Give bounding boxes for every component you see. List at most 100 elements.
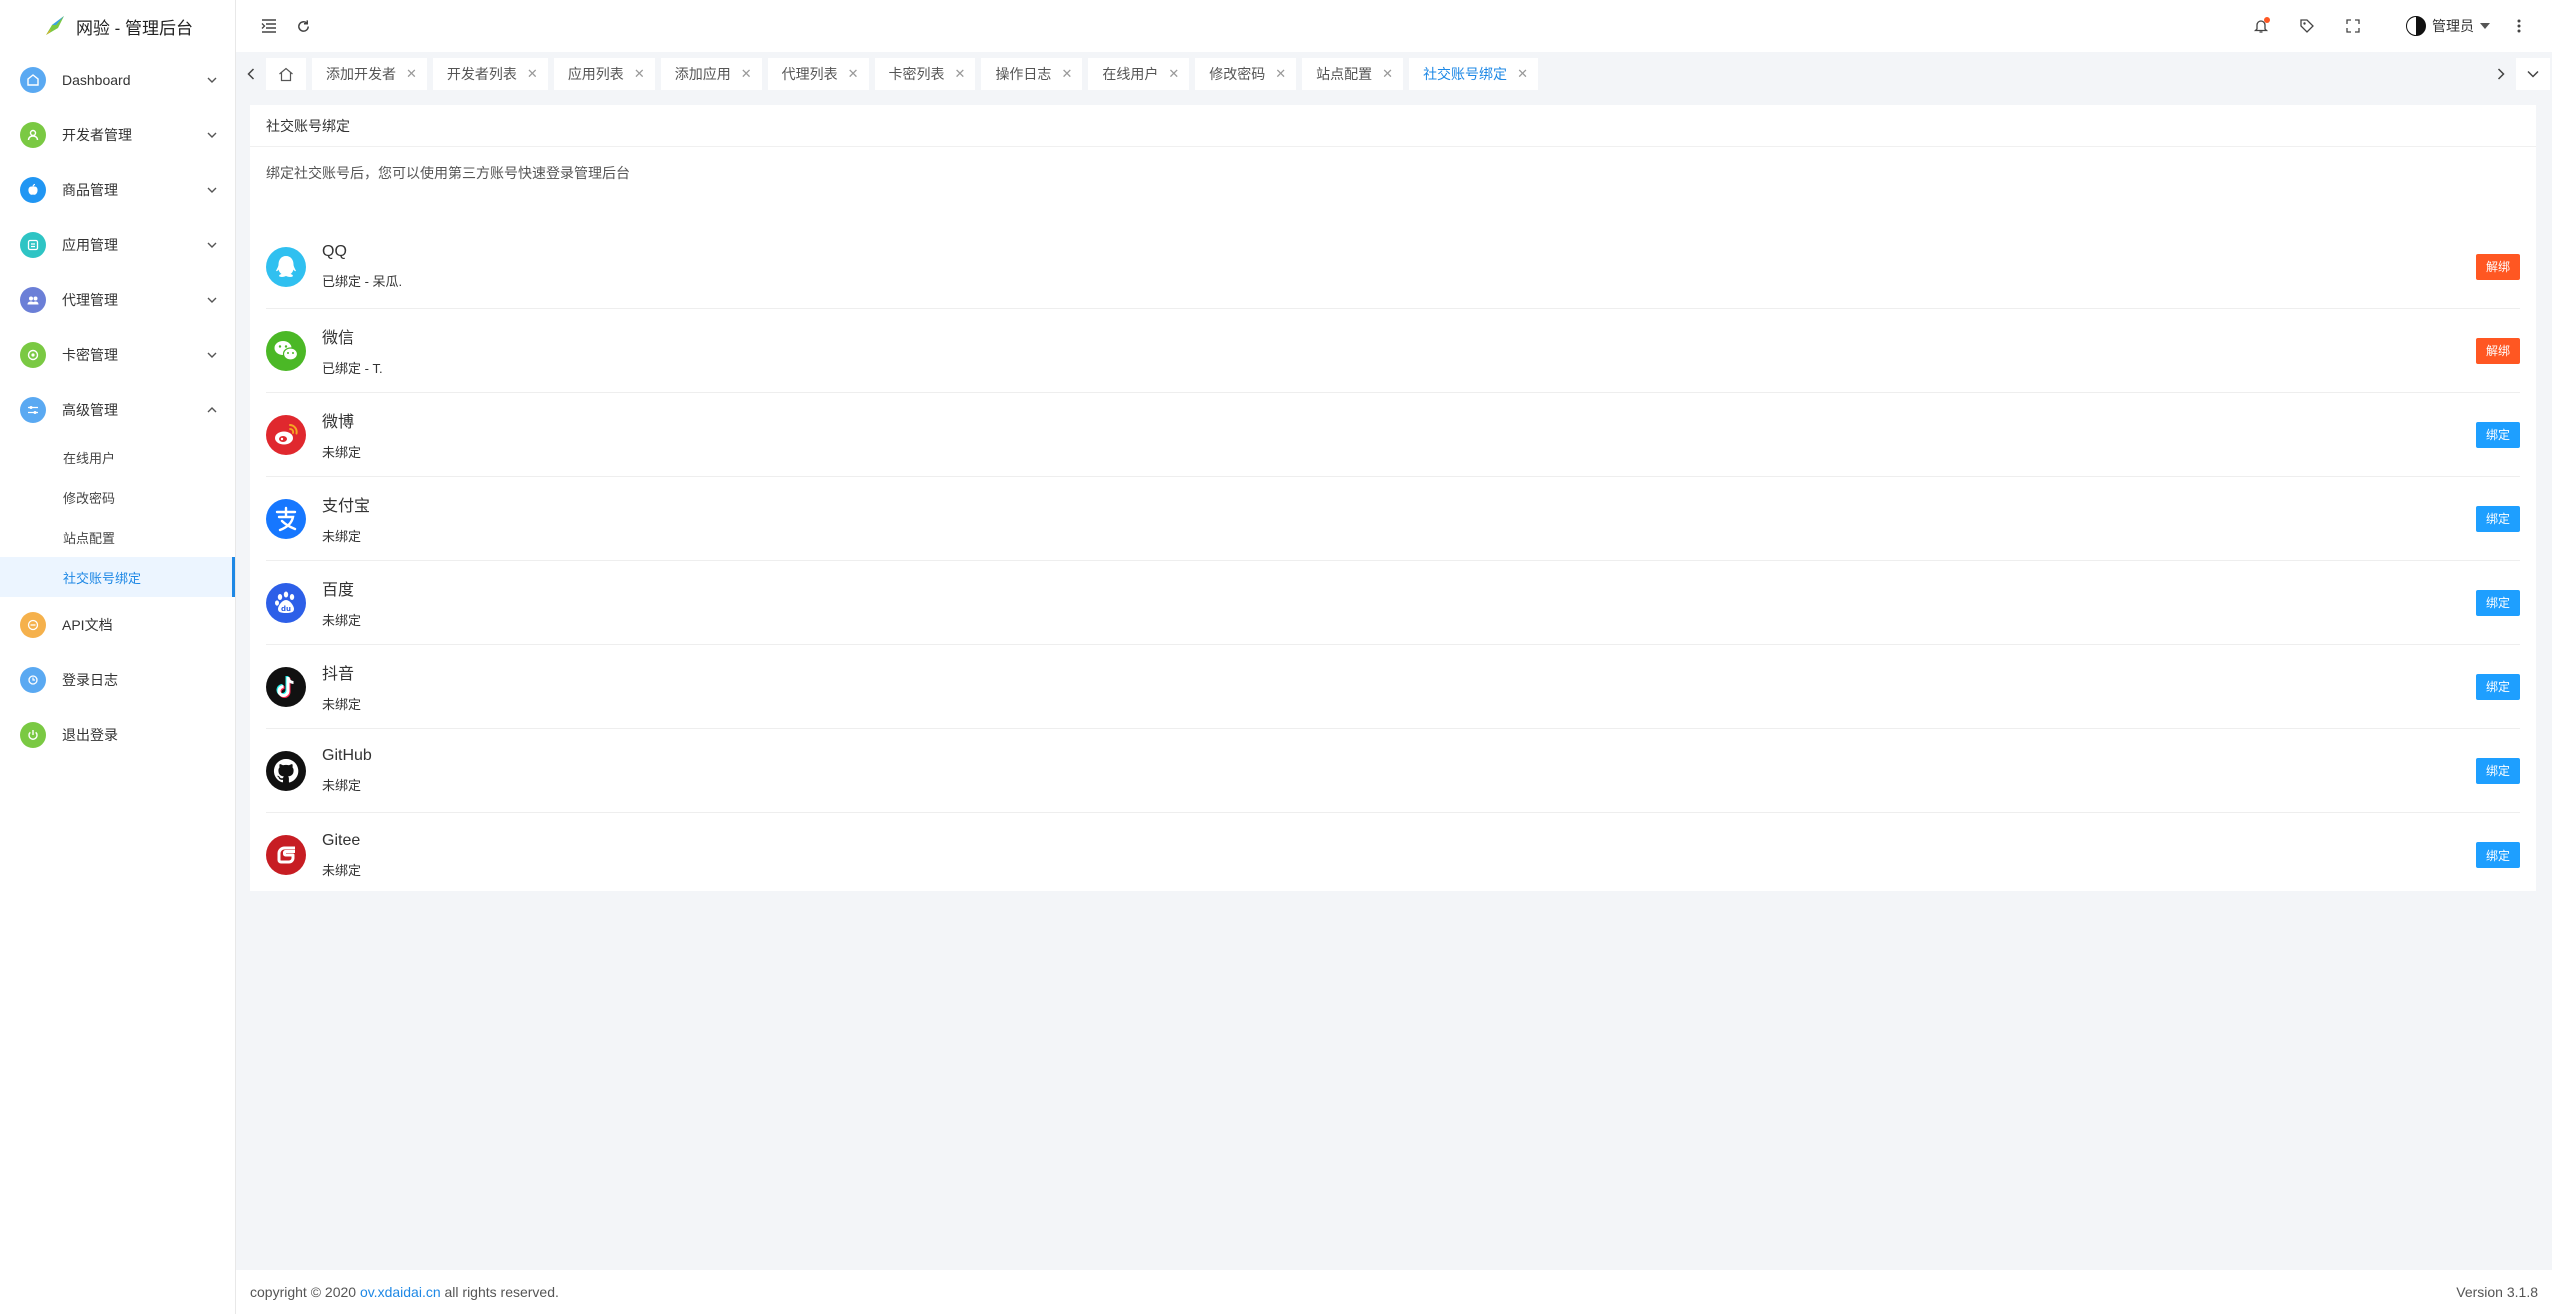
tab-label: 开发者列表: [446, 66, 517, 82]
home-icon: [27, 73, 39, 86]
sidebar-subitem-1[interactable]: 修改密码: [0, 477, 235, 517]
sidebar-item-6[interactable]: 高级管理: [0, 382, 235, 437]
account-row: 抖音未绑定 绑定: [266, 645, 2520, 729]
account-status: 已绑定 - 呆瓜.: [322, 274, 403, 289]
tab-2[interactable]: 应用列表 ✕: [553, 58, 655, 90]
sidebar-bottom-item-1[interactable]: 登录日志: [0, 652, 235, 707]
bind-button[interactable]: 绑定: [2476, 757, 2520, 784]
tab-home[interactable]: [266, 58, 306, 90]
account-row: QQ 已绑定 - 呆瓜. 解绑: [266, 225, 2520, 309]
caret-down-icon: [2480, 23, 2490, 29]
close-icon[interactable]: ✕: [848, 66, 859, 82]
user-name: 管理员: [2432, 18, 2474, 34]
close-icon[interactable]: ✕: [1275, 66, 1286, 82]
tab-label: 社交账号绑定: [1423, 66, 1508, 82]
baidu-icon-circle: du: [266, 582, 306, 623]
tab-5[interactable]: 卡密列表 ✕: [874, 58, 976, 90]
refresh-button[interactable]: [286, 9, 320, 43]
close-icon[interactable]: ✕: [1168, 66, 1179, 82]
sidebar-item-2[interactable]: 商品管理: [0, 162, 235, 217]
tab-6[interactable]: 操作日志 ✕: [981, 58, 1083, 90]
account-name: 支付宝: [322, 498, 371, 515]
apple-icon-badge: [20, 176, 46, 203]
account-row: 微博 未绑定 绑定: [266, 393, 2520, 477]
tab-9[interactable]: 站点配置 ✕: [1302, 58, 1404, 90]
sidebar-subitem-0[interactable]: 在线用户: [0, 437, 235, 477]
close-icon[interactable]: ✕: [634, 66, 645, 82]
user-icon-badge: [20, 121, 46, 148]
close-icon[interactable]: ✕: [741, 66, 752, 82]
more-button[interactable]: [2502, 9, 2536, 43]
sliders-icon: [28, 405, 38, 414]
alipay-icon-circle: [266, 498, 306, 539]
collapse-menu-button[interactable]: [252, 9, 286, 43]
account-info: GitHub 未绑定: [322, 747, 2476, 794]
account-status: 未绑定: [322, 529, 362, 544]
bind-button[interactable]: 绑定: [2476, 673, 2520, 700]
card-icon-badge: [20, 341, 46, 368]
log-icon: [28, 674, 38, 685]
sidebar-item-label: 开发者管理: [62, 126, 132, 143]
user-menu[interactable]: 管理员: [2406, 16, 2490, 36]
close-icon[interactable]: ✕: [1061, 66, 1072, 82]
home-icon-badge: [20, 66, 46, 93]
app-logo[interactable]: 网验 - 管理后台: [0, 0, 235, 52]
tab-10[interactable]: 社交账号绑定 ✕: [1409, 58, 1538, 90]
github-icon: [273, 758, 299, 783]
unbind-button[interactable]: 解绑: [2476, 337, 2520, 364]
account-name: Gitee: [322, 831, 361, 849]
close-icon[interactable]: ✕: [406, 66, 417, 82]
close-icon[interactable]: ✕: [955, 66, 966, 82]
sidebar-item-1[interactable]: 开发者管理: [0, 107, 235, 162]
tabs-scroll-right[interactable]: [2486, 52, 2516, 96]
sidebar-subitem-3[interactable]: 社交账号绑定: [0, 557, 235, 597]
bind-button[interactable]: 绑定: [2476, 589, 2520, 616]
account-name: 抖音: [322, 666, 355, 683]
sidebar-bottom-item-0[interactable]: API文档: [0, 597, 235, 652]
bind-button[interactable]: 绑定: [2476, 842, 2520, 868]
weibo-icon-circle: [266, 414, 306, 455]
tab-1[interactable]: 开发者列表 ✕: [432, 58, 548, 90]
close-icon[interactable]: ✕: [1382, 66, 1393, 82]
sidebar-subitem-2[interactable]: 站点配置: [0, 517, 235, 557]
home-icon: [279, 67, 293, 81]
sidebar-item-label: Dashboard: [62, 71, 131, 88]
sidebar-submenu-advanced: 在线用户 修改密码 站点配置 社交账号绑定: [0, 437, 235, 597]
sidebar-item-0[interactable]: Dashboard: [0, 52, 235, 107]
tabs-scroll-left[interactable]: [236, 52, 266, 96]
tab-label: 添加应用: [674, 66, 731, 82]
bind-button[interactable]: 绑定: [2476, 505, 2520, 532]
unbind-button[interactable]: 解绑: [2476, 253, 2520, 280]
close-icon[interactable]: ✕: [527, 66, 538, 82]
tab-label: 代理列表: [781, 66, 838, 82]
sidebar-item-label: API文档: [62, 616, 113, 633]
tabs-list: 添加开发者 ✕ 开发者列表 ✕ 应用列表 ✕ 添加应用 ✕ 代理列表 ✕ 卡密列表 ✕ 操作日志 ✕ 在线用…: [266, 58, 2486, 90]
tabs-dropdown-button[interactable]: [2516, 58, 2550, 90]
theme-button[interactable]: [2290, 9, 2324, 43]
sidebar-item-5[interactable]: 卡密管理: [0, 327, 235, 382]
account-status: 未绑定: [322, 697, 362, 712]
notifications-button[interactable]: [2244, 9, 2278, 43]
chevron-down-icon: [207, 352, 217, 358]
sidebar-bottom-item-2[interactable]: 退出登录: [0, 707, 235, 762]
power-icon: [28, 729, 38, 740]
sidebar-item-4[interactable]: 代理管理: [0, 272, 235, 327]
douyin-icon: [276, 675, 294, 698]
account-list: QQ 已绑定 - 呆瓜. 解绑 微信 已绑定 - T. 解绑 微博 未绑定 绑定 支付宝 未绑定 绑定…: [250, 225, 2536, 897]
fullscreen-button[interactable]: [2336, 9, 2370, 43]
copyright: copyright © 2020 ov.xdaidai.cn all right…: [250, 1284, 559, 1300]
close-icon[interactable]: ✕: [1517, 66, 1528, 82]
site-link[interactable]: ov.xdaidai.cn: [360, 1284, 441, 1300]
bind-button[interactable]: 绑定: [2476, 421, 2520, 448]
sidebar-item-3[interactable]: 应用管理: [0, 217, 235, 272]
tab-7[interactable]: 在线用户 ✕: [1088, 58, 1190, 90]
tab-3[interactable]: 添加应用 ✕: [660, 58, 762, 90]
rocket-logo-icon: [45, 16, 64, 35]
tab-0[interactable]: 添加开发者 ✕: [312, 58, 427, 90]
tab-label: 应用列表: [567, 66, 624, 82]
top-header: 管理员: [236, 0, 2552, 52]
tab-4[interactable]: 代理列表 ✕: [767, 58, 869, 90]
card-icon: [27, 349, 39, 360]
tab-8[interactable]: 修改密码 ✕: [1195, 58, 1297, 90]
account-name: 百度: [322, 582, 355, 599]
